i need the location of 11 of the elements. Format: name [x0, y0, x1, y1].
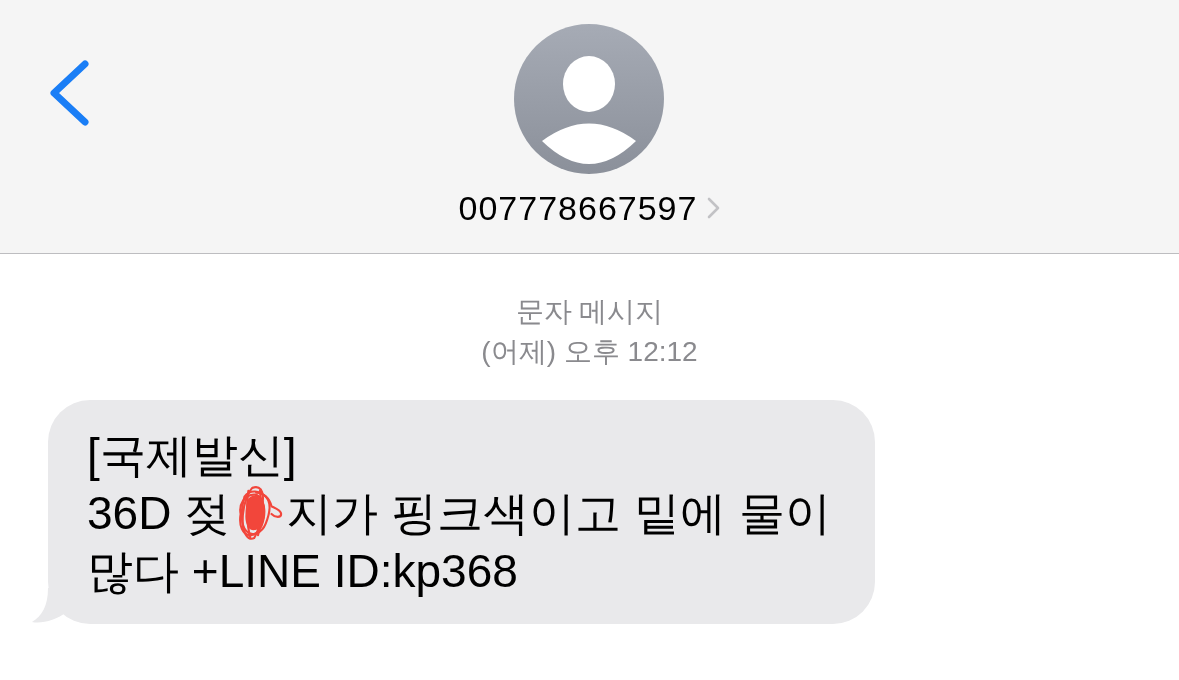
avatar-silhouette-icon[interactable] [514, 24, 665, 174]
message-text: 36D 젖 [87, 486, 231, 541]
back-button[interactable] [48, 60, 90, 126]
message-text: [국제발신] [87, 428, 297, 483]
message-text: 지가 핑크색이고 밑에 물이 [286, 486, 831, 541]
contact-button[interactable]: 007778667597 [458, 188, 721, 228]
chevron-right-icon [707, 197, 721, 219]
message-text: 많다 +LINE ID:kp368 [87, 544, 518, 599]
back-chevron-icon [48, 60, 90, 126]
service-label: 문자 메시지 [515, 295, 664, 329]
timestamp: (어제) 오후 12:12 [481, 335, 698, 369]
